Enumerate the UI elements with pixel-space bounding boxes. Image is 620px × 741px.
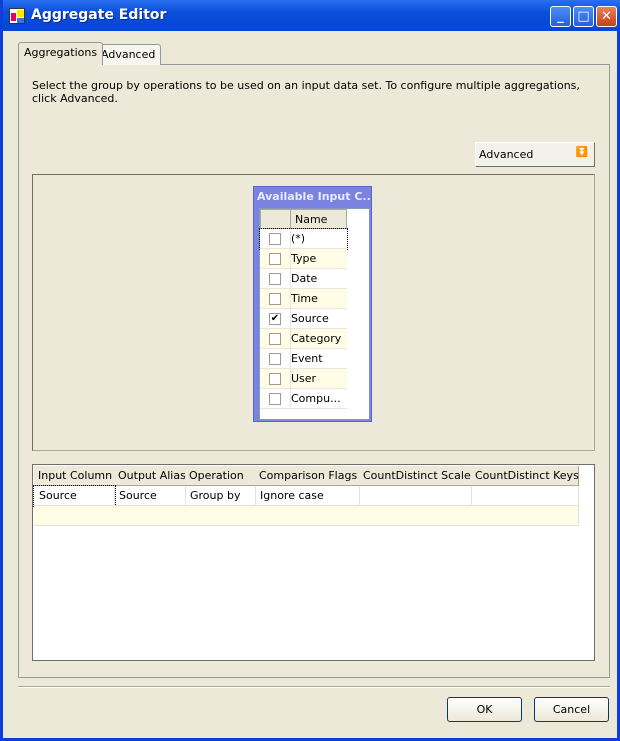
input-column-row[interactable]: Compu... bbox=[260, 389, 347, 409]
checkbox[interactable]: ✔ bbox=[269, 313, 281, 325]
cancel-button[interactable]: Cancel bbox=[534, 697, 609, 722]
checkbox[interactable] bbox=[269, 333, 281, 345]
title-bar[interactable]: Aggregate Editor _ □ ✕ bbox=[3, 0, 620, 31]
input-column-row[interactable]: User bbox=[260, 369, 347, 389]
grid-column-header[interactable]: CountDistinct Keys bbox=[471, 466, 579, 486]
input-column-row[interactable]: Event bbox=[260, 349, 347, 369]
grid-cell[interactable] bbox=[255, 506, 360, 526]
column-name: Compu... bbox=[291, 392, 341, 405]
grid-cell[interactable] bbox=[185, 506, 256, 526]
grid-cell[interactable] bbox=[359, 506, 472, 526]
double-chevron-down-icon: ⏬ bbox=[575, 147, 588, 158]
checkbox-column-header bbox=[260, 209, 291, 229]
column-name: Date bbox=[291, 272, 318, 285]
input-column-row[interactable]: Time bbox=[260, 289, 347, 309]
checkbox[interactable] bbox=[269, 233, 281, 245]
input-column-row[interactable]: (*) bbox=[259, 228, 348, 250]
checkbox[interactable] bbox=[269, 293, 281, 305]
grid-cell[interactable] bbox=[34, 506, 115, 526]
input-column-row[interactable]: ✔ Source bbox=[260, 309, 347, 329]
minimize-icon: _ bbox=[557, 9, 564, 24]
checkbox[interactable] bbox=[269, 393, 281, 405]
grid-cell[interactable]: Source bbox=[33, 485, 116, 507]
checkbox[interactable] bbox=[269, 253, 281, 265]
column-name: Type bbox=[291, 252, 317, 265]
grid-column-header[interactable]: Output Alias bbox=[114, 466, 186, 486]
grid-column-header[interactable]: Input Column bbox=[34, 466, 115, 486]
input-column-row[interactable]: Type bbox=[260, 249, 347, 269]
ok-button[interactable]: OK bbox=[447, 697, 522, 722]
name-column-header[interactable]: Name bbox=[290, 209, 347, 229]
aggregate-editor-window: Aggregate Editor _ □ ✕ Aggregations Adva… bbox=[0, 0, 620, 741]
divider bbox=[18, 686, 610, 688]
description-text: Select the group by operations to be use… bbox=[32, 79, 580, 105]
grid-cell[interactable]: Ignore case bbox=[255, 486, 360, 506]
grid-cell[interactable] bbox=[471, 506, 579, 526]
column-name: Category bbox=[291, 332, 342, 345]
column-name: Source bbox=[291, 312, 329, 325]
input-column-row[interactable]: Date bbox=[260, 269, 347, 289]
window-title: Aggregate Editor bbox=[31, 7, 167, 23]
app-icon bbox=[9, 8, 25, 24]
column-name: Event bbox=[291, 352, 323, 365]
input-column-row[interactable]: Category bbox=[260, 329, 347, 349]
column-name: (*) bbox=[291, 232, 306, 245]
column-name: User bbox=[291, 372, 317, 385]
maximize-icon: □ bbox=[577, 9, 590, 24]
grid-column-header[interactable]: Operation bbox=[185, 466, 256, 486]
aggregation-grid: Input Column Output Alias Operation Compari… bbox=[32, 464, 595, 661]
input-columns-list: Name (*) Type Date Time ✔ Source Category Event… bbox=[259, 208, 370, 420]
close-button[interactable]: ✕ bbox=[596, 6, 617, 27]
grid-cell[interactable]: Source bbox=[114, 486, 186, 506]
minimize-button[interactable]: _ bbox=[550, 6, 571, 27]
tab-advanced[interactable]: Advanced bbox=[95, 44, 162, 65]
available-input-columns-title: Available Input C... bbox=[257, 190, 370, 203]
grid-column-header[interactable]: CountDistinct Scale bbox=[359, 466, 472, 486]
grid-cell[interactable] bbox=[114, 506, 186, 526]
advanced-button[interactable]: Advanced ⏬ bbox=[475, 142, 595, 167]
grid-cell[interactable] bbox=[359, 486, 472, 506]
column-name: Time bbox=[291, 292, 318, 305]
grid-cell[interactable] bbox=[471, 486, 579, 506]
close-icon: ✕ bbox=[601, 9, 612, 24]
checkbox[interactable] bbox=[269, 353, 281, 365]
advanced-button-label: Advanced bbox=[479, 148, 534, 161]
grid-column-header[interactable]: Comparison Flags bbox=[255, 466, 360, 486]
grid-cell[interactable]: Group by bbox=[185, 486, 256, 506]
checkbox[interactable] bbox=[269, 373, 281, 385]
tab-aggregations[interactable]: Aggregations bbox=[18, 42, 104, 65]
available-input-columns-box[interactable]: Available Input C... Name (*) Type Date Tim… bbox=[253, 186, 372, 422]
checkbox[interactable] bbox=[269, 273, 281, 285]
maximize-button[interactable]: □ bbox=[573, 6, 594, 27]
